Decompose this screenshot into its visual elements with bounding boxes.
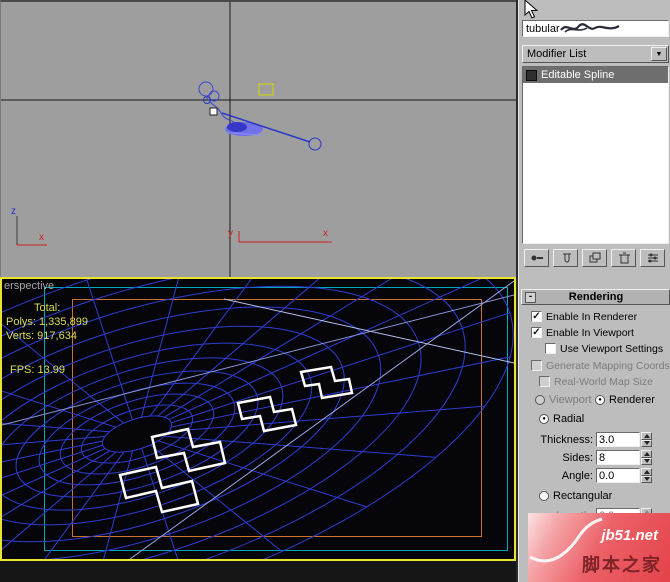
radio-renderer[interactable]: ● Renderer (595, 394, 655, 406)
stack-toolbar (522, 248, 669, 268)
viewport-top-canvas: y x z x (1, 2, 516, 277)
spinner-down-icon[interactable] (641, 457, 652, 465)
checkbox-label: Real-World Map Size (554, 375, 654, 388)
pin-stack-button[interactable] (524, 249, 549, 267)
gizmo-y-label: y (228, 228, 233, 239)
chevron-down-icon[interactable]: ▼ (651, 47, 667, 61)
shape-gizmo-rect (258, 83, 274, 96)
stat-fps: FPS: 13.99 (10, 364, 66, 376)
stat-verts: Verts: 917,634 (6, 330, 77, 342)
viewport-axes (1, 2, 516, 277)
radio-circle[interactable]: ● (539, 414, 549, 424)
mouse-cursor (524, 0, 539, 19)
stat-polys: Polys: 1,335,899 (6, 316, 88, 328)
radio-circle[interactable] (535, 395, 545, 405)
sides-row: Sides: (521, 450, 667, 465)
angle-row: Angle: (521, 468, 667, 483)
checkbox-box[interactable]: ✓ (531, 327, 542, 338)
world-axis-tripod: z x (11, 206, 47, 246)
watermark-brand: 脚本之家 (582, 555, 662, 575)
radio-label: Viewport (549, 394, 592, 406)
remove-modifier-icon (618, 252, 630, 264)
thickness-spinner[interactable] (641, 432, 652, 447)
radio-label: Renderer (609, 394, 655, 406)
axis-z-label: z (11, 206, 16, 217)
spline-object[interactable] (198, 81, 322, 151)
gizmo-x-label: x (323, 228, 328, 239)
radio-label: Rectangular (553, 490, 613, 502)
watermark-site: jb51.net (601, 527, 658, 544)
thickness-label: Thickness: (540, 433, 593, 446)
checkbox-label: Use Viewport Settings (560, 342, 664, 355)
spinner-up-icon[interactable] (641, 468, 652, 476)
checkbox-generate-mapping-coords[interactable]: Generate Mapping Coords. (531, 359, 670, 372)
thickness-input[interactable] (596, 432, 640, 447)
sides-spinner[interactable] (641, 450, 652, 465)
radio-circle[interactable] (539, 491, 549, 501)
make-unique-icon (589, 252, 600, 263)
axis-x-label: x (39, 232, 44, 243)
command-panel: Modifier List ▼ Editable Spline - Render… (518, 0, 670, 582)
checkbox-label: Enable In Renderer (546, 310, 638, 323)
object-name-field-wrap (522, 20, 669, 37)
spinner-down-icon[interactable] (641, 439, 652, 447)
checkbox-enable-in-viewport[interactable]: ✓ Enable In Viewport (531, 326, 634, 339)
checkbox-real-world-map-size[interactable]: Real-World Map Size (539, 375, 653, 388)
checkbox-box[interactable] (539, 376, 550, 387)
spinner-down-icon[interactable] (641, 475, 652, 483)
viewport-label[interactable]: erspective (4, 280, 54, 292)
spinner-up-icon[interactable] (641, 432, 652, 440)
max-window: y x z x erspective Total: Polys: 1,335,8… (0, 0, 670, 582)
bottom-strip (0, 561, 516, 582)
configure-modifier-sets-icon (647, 253, 658, 263)
sides-input[interactable] (596, 450, 640, 465)
modifier-list-dropdown[interactable]: Modifier List ▼ (522, 45, 669, 63)
make-unique-button[interactable] (582, 249, 607, 267)
object-name-input[interactable] (522, 20, 669, 37)
radio-viewport[interactable]: Viewport (535, 394, 592, 406)
rollout-title: Rendering (568, 291, 624, 303)
stack-item-label: Editable Spline (541, 69, 615, 81)
checkbox-box[interactable] (545, 343, 556, 354)
modifier-list-label: Modifier List (527, 48, 587, 60)
viewport-top[interactable]: y x z x (0, 0, 516, 277)
modifier-stack-list[interactable]: Editable Spline (522, 66, 669, 244)
checkbox-box[interactable] (531, 360, 542, 371)
spinner-up-icon[interactable] (641, 450, 652, 458)
pin-stack-icon (531, 255, 543, 261)
radio-rectangular[interactable]: Rectangular (539, 490, 612, 502)
radio-label: Radial (553, 413, 585, 425)
viewport-perspective[interactable]: erspective Total: Polys: 1,335,899 Verts… (0, 277, 516, 561)
show-end-result-icon (562, 253, 571, 263)
sides-label: Sides: (562, 451, 593, 464)
radio-circle[interactable]: ● (595, 395, 605, 405)
stat-total: Total: (34, 302, 61, 314)
show-end-result-button[interactable] (553, 249, 578, 267)
viewport-statistics: Total: Polys: 1,335,899 Verts: 917,634 F… (6, 301, 88, 377)
modifier-icon (526, 69, 537, 81)
checkbox-enable-in-renderer[interactable]: ✓ Enable In Renderer (531, 310, 637, 323)
checkbox-label: Generate Mapping Coords. (546, 359, 670, 372)
selected-vertex-handle[interactable] (209, 107, 218, 116)
angle-label: Angle: (561, 469, 593, 482)
rendering-rollout-header[interactable]: - Rendering (521, 289, 670, 305)
checkbox-label: Enable In Viewport (546, 326, 634, 339)
thickness-row: Thickness: (521, 432, 667, 447)
checkbox-box[interactable]: ✓ (531, 311, 542, 322)
radio-radial[interactable]: ● Radial (539, 413, 584, 425)
remove-modifier-button[interactable] (611, 249, 636, 267)
angle-input[interactable] (596, 468, 640, 483)
transform-gizmo[interactable]: y x (228, 228, 332, 243)
rollout-collapse-icon[interactable]: - (525, 291, 536, 303)
checkbox-use-viewport-settings[interactable]: Use Viewport Settings (545, 342, 663, 355)
angle-spinner[interactable] (641, 468, 652, 483)
watermark: jb51.net 脚本之家 (528, 513, 670, 582)
configure-modifier-sets-button[interactable] (640, 249, 665, 267)
stack-item-editable-spline[interactable]: Editable Spline (523, 67, 668, 83)
